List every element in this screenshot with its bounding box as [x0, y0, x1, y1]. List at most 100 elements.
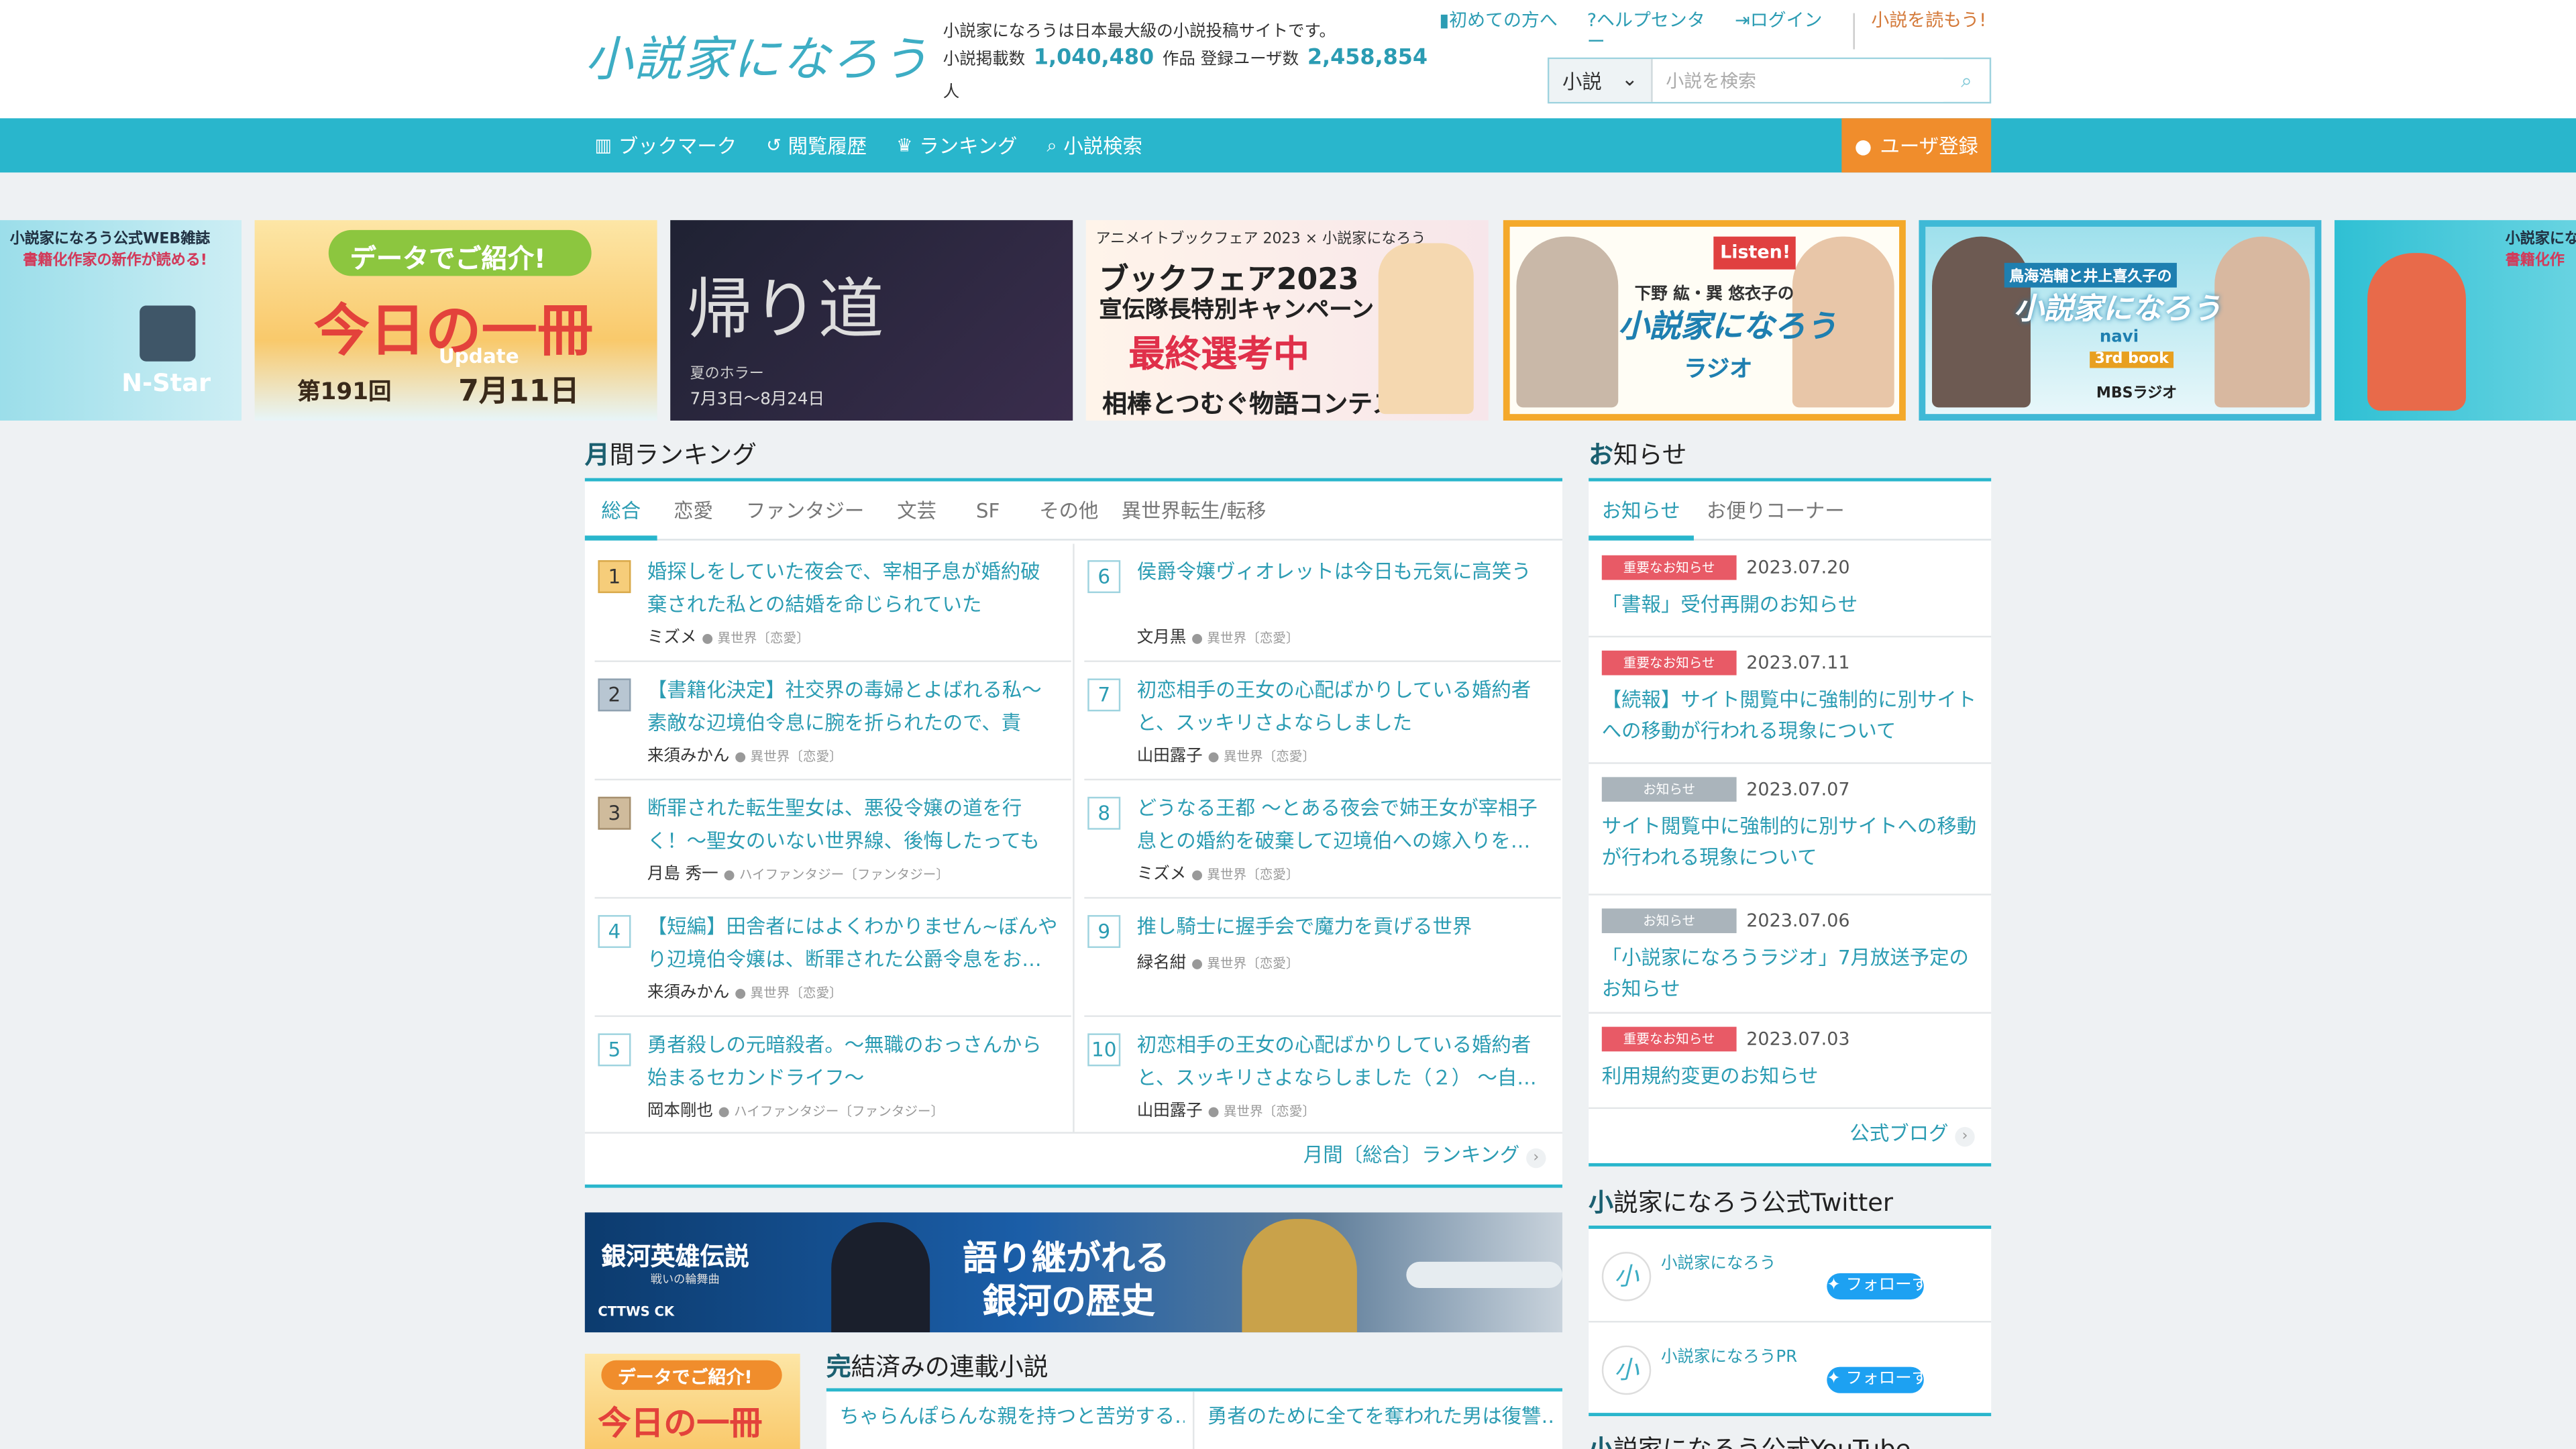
- rank-badge: 5: [598, 1033, 631, 1067]
- tab-letters[interactable]: お便りコーナー: [1693, 482, 1858, 541]
- genre-label: ●: [702, 631, 718, 646]
- ranking-column-right: 6 侯爵令嬢ヴィオレットは今日も元気に高笑う 文月黒 ● 異世界〔恋愛〕 7 初恋相手…: [1084, 544, 1561, 1136]
- tab-isekai[interactable]: 異世界転生/転移: [1115, 482, 1273, 541]
- ranking-item[interactable]: 9 推し騎士に握手会で魔力を貢げる世界 緑名紺 ● 異世界〔恋愛〕: [1084, 899, 1561, 1017]
- news-link[interactable]: 「書報」受付再開のお知らせ: [1602, 590, 1983, 621]
- completed-novels-panel: ちゃらんぽらんな親を持つと苦労する… 勇者のために全てを奪われた男は復讐…: [826, 1388, 1562, 1449]
- search-input[interactable]: [1652, 59, 1944, 102]
- site-header: 小説家になろう 小説家になろうは日本最大級の小説投稿サイトです。 小説掲載数 1…: [0, 0, 2576, 119]
- news-item[interactable]: お知らせ 2023.07.07 サイト閲覧中に強制的に別サイトへの移動が行われる…: [1589, 764, 1992, 896]
- novel-meta: ミズメ ● 異世界〔恋愛〕: [647, 629, 810, 647]
- rank-badge: 7: [1087, 678, 1121, 712]
- news-link[interactable]: 利用規約変更のお知らせ: [1602, 1061, 1983, 1093]
- important-badge: 重要なお知らせ: [1601, 1026, 1737, 1052]
- completed-novel-link[interactable]: ちゃらんぽらんな親を持つと苦労する…: [839, 1401, 1184, 1430]
- news-item[interactable]: 重要なお知らせ 2023.07.03 利用規約変更のお知らせ: [1589, 1014, 1992, 1110]
- completed-novel-link[interactable]: 勇者のために全てを奪われた男は復讐…: [1208, 1401, 1552, 1430]
- tab-overall[interactable]: 総合: [584, 482, 657, 541]
- news-link[interactable]: サイト閲覧中に強制的に別サイトへの移動が行われる現象について: [1602, 812, 1983, 874]
- search-bar: 小説⌄ ⌕: [1547, 57, 1992, 104]
- search-type-select[interactable]: 小説 ⌄: [1549, 59, 1653, 102]
- ranking-title: 月間ランキング: [584, 440, 757, 470]
- novel-meta: 山田露子 ● 異世界〔恋愛〕: [1136, 747, 1316, 766]
- nav-bookmark[interactable]: ▥ ブックマーク: [595, 131, 737, 160]
- ranking-item[interactable]: 4 【短編】田舎者にはよくわかりません~ぼんやり辺境伯令嬢は、断罪された公爵令息を…: [594, 899, 1071, 1017]
- follow-button[interactable]: ✦ フォローする: [1827, 1273, 1945, 1300]
- rank-badge: 10: [1087, 1033, 1121, 1067]
- ranking-item[interactable]: 6 侯爵令嬢ヴィオレットは今日も元気に高笑う 文月黒 ● 異世界〔恋愛〕: [1084, 544, 1561, 662]
- divider: [1853, 13, 1855, 50]
- tab-sf[interactable]: SF: [953, 482, 1023, 541]
- news-link[interactable]: 「小説家になろうラジオ」7月放送予定のお知らせ: [1602, 943, 1983, 1006]
- nav-ranking[interactable]: ♛ ランキング: [896, 131, 1017, 160]
- user-icon: ●: [1854, 133, 1872, 157]
- novel-meta: 緑名紺 ● 異世界〔恋愛〕: [1136, 954, 1299, 973]
- ranking-item[interactable]: 3 断罪された転生聖女は、悪役令嬢の道を行く！～聖女のいない世界線、後悔したっても…: [594, 780, 1071, 899]
- main-nav: ▥ ブックマーク ↺ 閲覧履歴 ♛ ランキング ⌕ 小説検索 ● ユーザ登録: [0, 118, 2576, 173]
- nav-search[interactable]: ⌕ 小説検索: [1046, 131, 1142, 160]
- guide-link[interactable]: ▮初めての方へ: [1439, 10, 1560, 53]
- divider: [1073, 543, 1075, 1132]
- today-book-small-banner[interactable]: データでご紹介! 今日の一冊: [584, 1353, 800, 1449]
- novel-title-link[interactable]: 初恋相手の王女の心配ばかりしている婚約者と、スッキリさよならしました（２） ～自…: [1137, 1028, 1548, 1094]
- novel-title-link[interactable]: 断罪された転生聖女は、悪役令嬢の道を行く！～聖女のいない世界線、後悔したってもう…: [647, 792, 1058, 857]
- novel-count: 1,040,480: [1033, 46, 1155, 71]
- news-item[interactable]: お知らせ 2023.07.06 「小説家になろうラジオ」7月放送予定のお知らせ: [1589, 896, 1992, 1014]
- rank-badge: 8: [1087, 796, 1121, 830]
- tab-literature[interactable]: 文芸: [881, 482, 953, 541]
- rank-badge: 3: [598, 796, 631, 830]
- news-title: お知らせ: [1589, 440, 1687, 470]
- banner-today-book[interactable]: データでご紹介! 今日の一冊 Update 第191回 7月11日: [254, 220, 657, 421]
- banner-bookfair[interactable]: アニメイトブックフェア 2023 × 小説家になろう ブックフェア2023 宣伝…: [1085, 220, 1489, 421]
- news-link[interactable]: 【続報】サイト閲覧中に強制的に別サイトへの移動が行われる現象について: [1602, 685, 1983, 747]
- ranking-item[interactable]: 10 初恋相手の王女の心配ばかりしている婚約者と、スッキリさよならしました（２） …: [1084, 1017, 1560, 1135]
- official-blog-link[interactable]: 公式ブログ ›: [1850, 1119, 1975, 1147]
- tab-romance[interactable]: 恋愛: [657, 482, 730, 541]
- character-illustration: [1378, 243, 1474, 415]
- nav-history[interactable]: ↺ 閲覧履歴: [766, 131, 867, 160]
- banner-radio[interactable]: Listen! 下野 紘・巽 悠衣子の 小説家になろう ラジオ: [1503, 220, 1906, 421]
- ranking-item[interactable]: 2 【書籍化決定】社交界の毒婦とよばれる私～素敵な辺境伯令息に腕を折られたので、責…: [594, 662, 1071, 781]
- novel-title-link[interactable]: 【短編】田舎者にはよくわかりません~ぼんやり辺境伯令嬢は、断罪された公爵令息をお…: [647, 910, 1058, 976]
- news-item[interactable]: 重要なお知らせ 2023.07.20 「書報」受付再開のお知らせ: [1589, 542, 1992, 638]
- notice-badge: お知らせ: [1601, 777, 1737, 802]
- site-logo[interactable]: 小説家になろう: [585, 19, 930, 92]
- novel-meta: 来須みかん ● 異世界〔恋愛〕: [647, 983, 843, 1002]
- ship-illustration: [1406, 1261, 1562, 1289]
- banner-kaerimichi[interactable]: 帰り道 夏のホラー 7月3日～8月24日: [670, 220, 1073, 421]
- novel-title-link[interactable]: 婚探しをしていた夜会で、宰相子息が婚約破棄された私との結婚を命じられていた: [647, 555, 1058, 621]
- rank-badge: 2: [598, 678, 631, 712]
- tab-fantasy[interactable]: ファンタジー: [729, 482, 880, 541]
- login-link[interactable]: ⇥ログイン: [1735, 10, 1827, 53]
- search-icon[interactable]: ⌕: [1943, 59, 1990, 102]
- banner-nstar[interactable]: 小説家になろう公式WEB雑誌 書籍化作家の新作が読める! N-Star: [0, 220, 242, 421]
- news-date: 2023.07.20: [1746, 557, 1850, 579]
- novel-title-link[interactable]: どうなる王都 ～とある夜会で姉王女が宰相子息との婚約を破棄して辺境伯への嫁入りを…: [1137, 792, 1548, 857]
- follow-button[interactable]: ✦ フォローする: [1827, 1366, 1945, 1393]
- banner-nstar-repeat[interactable]: 小説家になろう公式 書籍化作: [2334, 220, 2576, 421]
- ranking-item[interactable]: 7 初恋相手の王女の心配ばかりしている婚約者と、スッキリさよならしました山田露子 …: [1084, 662, 1561, 781]
- novel-title-link[interactable]: 初恋相手の王女の心配ばかりしている婚約者と、スッキリさよならしました: [1137, 674, 1548, 739]
- ranking-item[interactable]: 8 どうなる王都 ～とある夜会で姉王女が宰相子息との婚約を破棄して辺境伯への嫁入り…: [1084, 780, 1561, 899]
- news-item[interactable]: 重要なお知らせ 2023.07.11 【続報】サイト閲覧中に強制的に別サイトへの…: [1589, 637, 1992, 764]
- register-button[interactable]: ● ユーザ登録: [1841, 118, 1992, 173]
- rank-badge: 6: [1087, 560, 1121, 594]
- ranking-item[interactable]: 1 婚探しをしていた夜会で、宰相子息が婚約破棄された私との結婚を命じられていた ミズ…: [594, 544, 1071, 662]
- ranking-item[interactable]: 5 勇者殺しの元暗殺者。～無職のおっさんから始まるセカンドライフ～ 岡本剛也 ● ハ…: [595, 1017, 1071, 1135]
- twitter-title: 小説家になろう公式Twitter: [1589, 1187, 1893, 1218]
- novel-title-link[interactable]: 勇者殺しの元暗殺者。～無職のおっさんから始まるセカンドライフ～: [647, 1028, 1058, 1094]
- divider: [584, 1132, 1562, 1134]
- chevron-right-icon: ›: [1526, 1148, 1546, 1169]
- tab-news[interactable]: お知らせ: [1589, 482, 1694, 541]
- ranking-more-link[interactable]: 月間〔総合〕ランキング ›: [1303, 1140, 1546, 1169]
- help-link[interactable]: ?ヘルプセンター: [1587, 10, 1709, 53]
- ginga-banner[interactable]: 銀河英雄伝説 戦いの輪舞曲 CTTWS CK 語り継がれる 銀河の歴史: [584, 1212, 1562, 1333]
- tab-other[interactable]: その他: [1023, 482, 1115, 541]
- twitter-account-name[interactable]: 小説家になろう: [1661, 1248, 1776, 1273]
- twitter-account-name[interactable]: 小説家になろうPR: [1661, 1342, 1797, 1367]
- news-panel: お知らせ お便りコーナー 重要なお知らせ 2023.07.20 「書報」受付再開…: [1589, 478, 1992, 1167]
- novel-title-link[interactable]: 侯爵令嬢ヴィオレットは今日も元気に高笑う: [1137, 555, 1548, 621]
- banner-navi[interactable]: 鳥海浩輔と井上喜久子の 小説家になろう navi 3rd book MBSラジオ: [1919, 220, 2322, 421]
- yomu-link[interactable]: 小説を読もう!: [1871, 10, 1986, 53]
- novel-title-link[interactable]: 【書籍化決定】社交界の毒婦とよばれる私～素敵な辺境伯令息に腕を折られたので、責任…: [647, 674, 1058, 739]
